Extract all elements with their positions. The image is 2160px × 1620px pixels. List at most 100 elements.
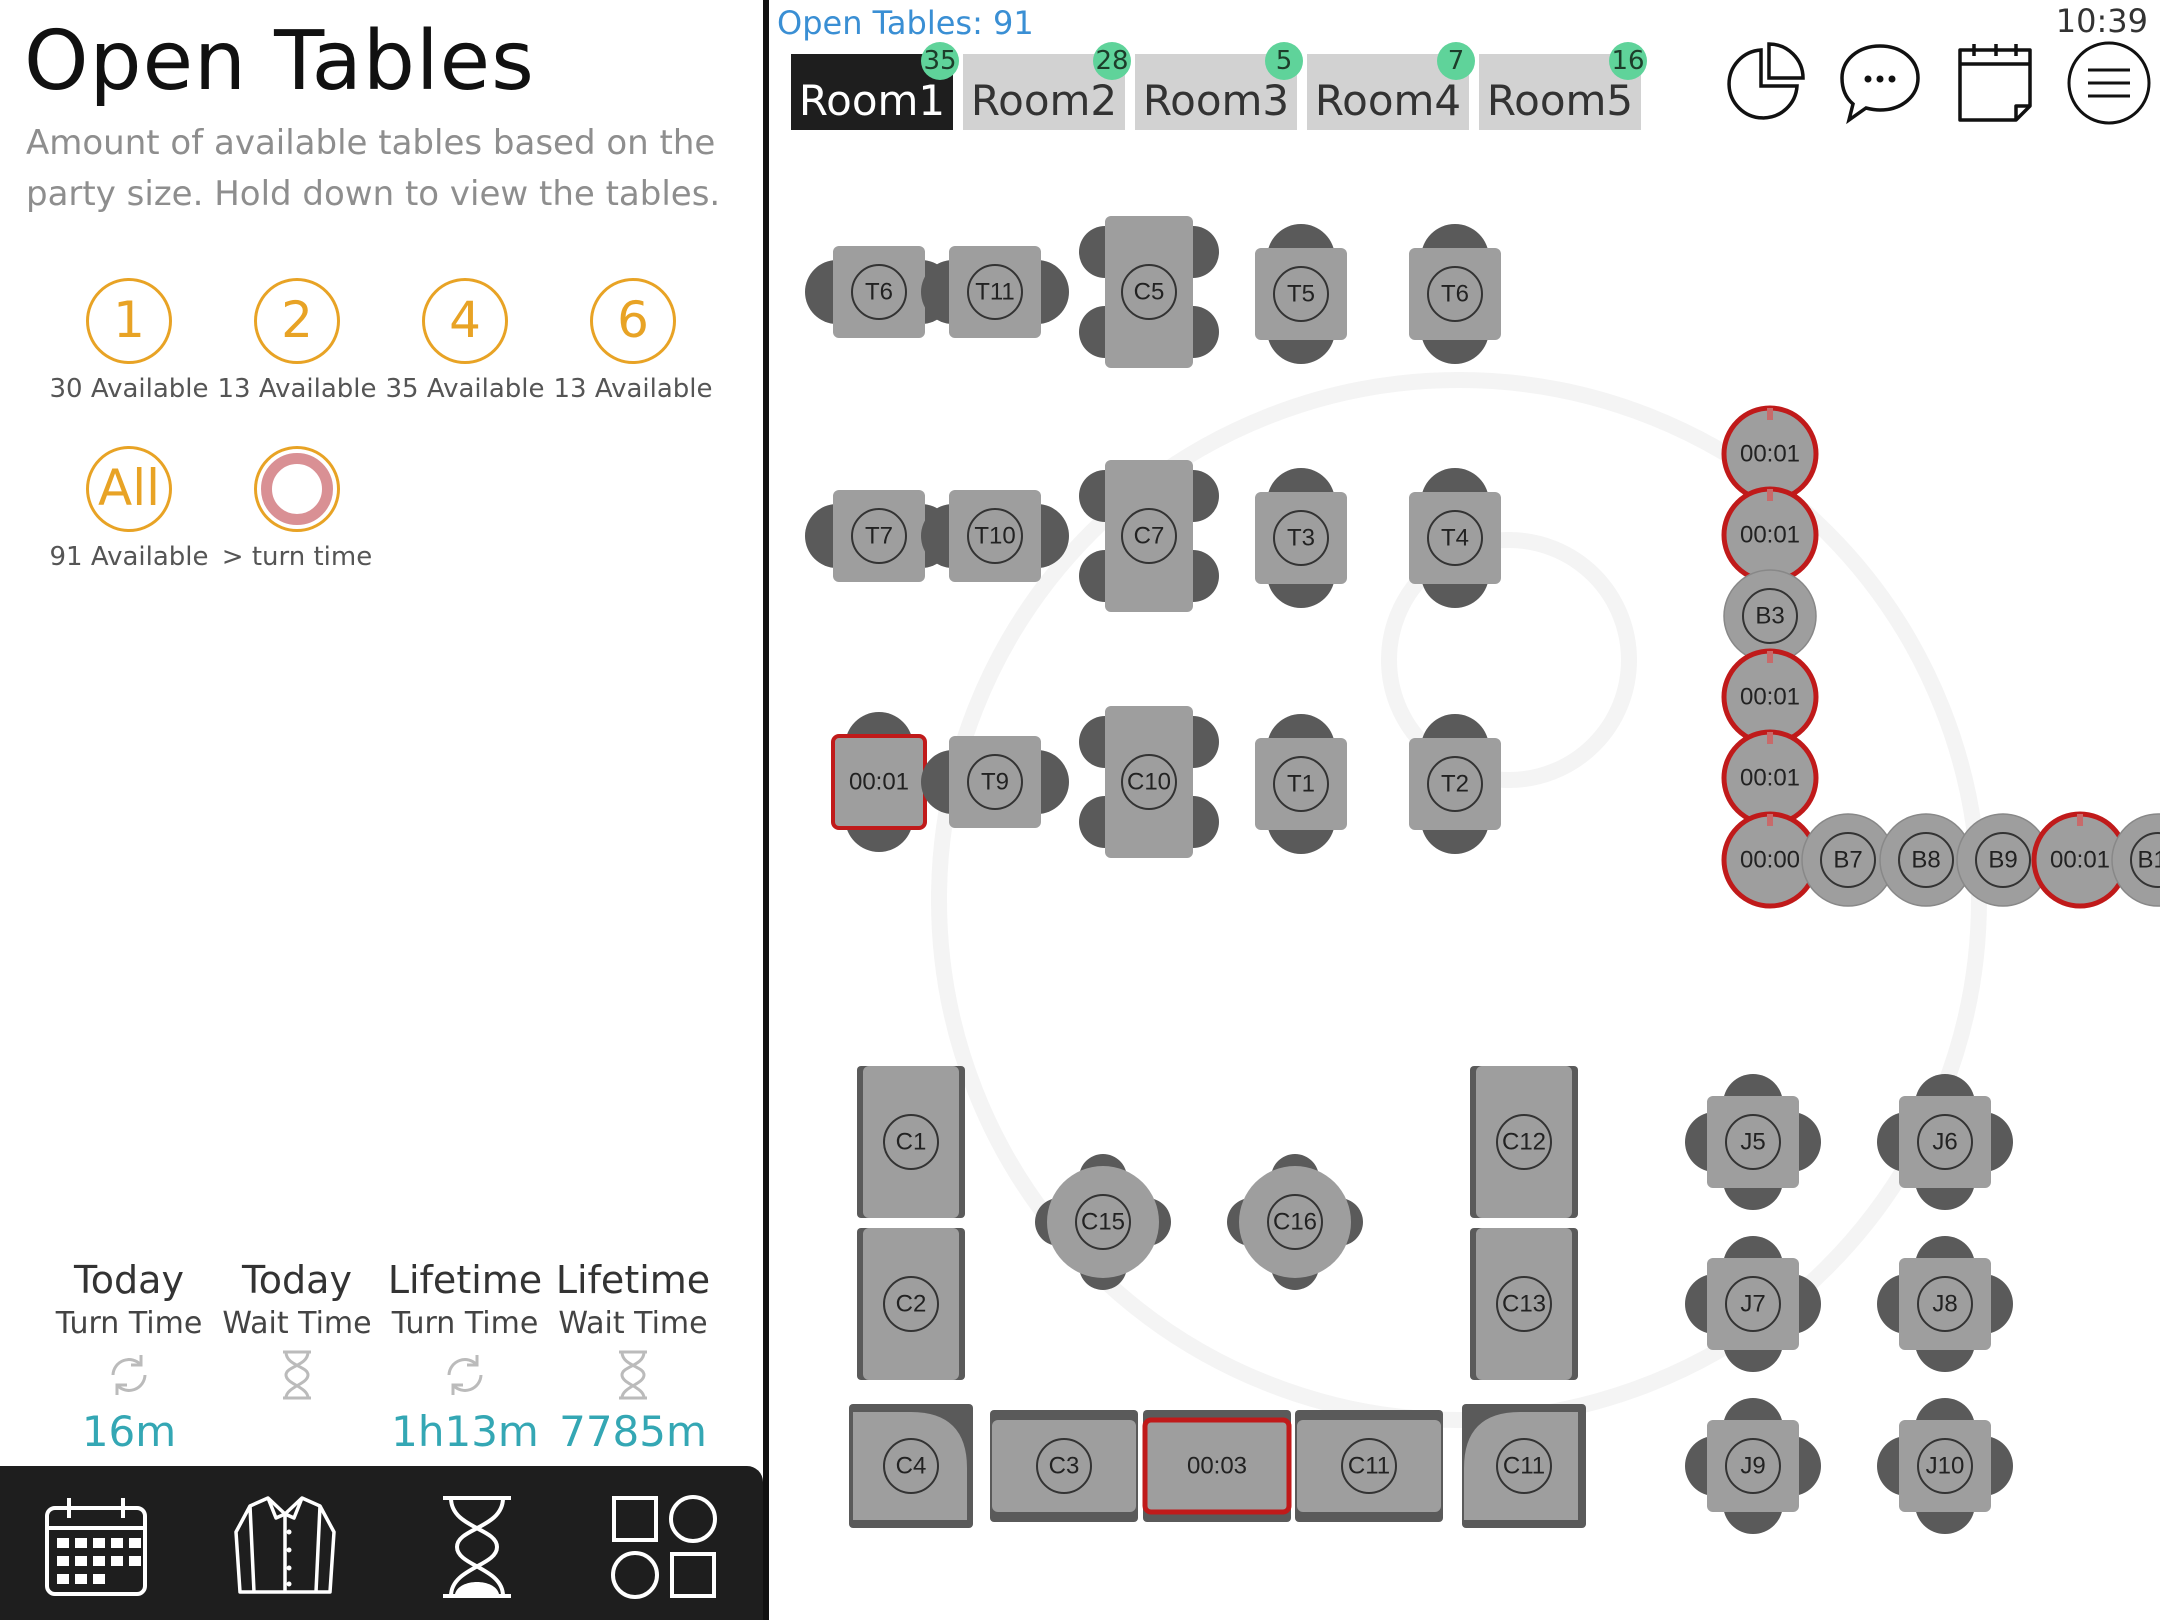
table-label: C10 [1127,769,1171,796]
table-label: 00:01 [1740,765,1800,792]
table-c1[interactable]: C1 [857,1066,965,1218]
party-size-all-circle: All [86,446,172,532]
stat-value: 16m [81,1407,177,1456]
table-t11[interactable]: T11 [921,246,1069,338]
panel-subtitle: Amount of available tables based on the … [26,123,721,214]
table-label: J7 [1740,1291,1765,1318]
table-c4[interactable]: C4 [849,1404,973,1528]
table-label: T11 [975,279,1015,306]
stat-line2: Turn Time [391,1306,539,1341]
table-c3[interactable]: C3 [990,1410,1138,1522]
floor-plan: T6 T11 C5 T5 T6 T7 T10 C7 T3 T4 00:01 T9 C10 T1 T2 00:0… [805,216,2160,1534]
table-label: C13 [1502,1291,1546,1318]
table-c16[interactable]: C16 [1227,1154,1363,1290]
table-label: J10 [1926,1453,1965,1480]
table-label: C12 [1502,1129,1546,1156]
panel-title: Open Tables [24,14,535,109]
table-label: C4 [896,1453,927,1480]
table-label: T9 [981,769,1009,796]
today-wait-time-stat: Today Wait Time [213,1258,381,1407]
table-label: T5 [1287,281,1315,308]
floor-plan-panel: Open Tables: 91 10:39 Room1 35 Room2 28 … [769,0,2160,1620]
table-t2[interactable]: T2 [1409,714,1501,854]
table-c7[interactable]: C7 [1079,460,1219,612]
calendar-icon[interactable] [41,1492,151,1602]
table-t8[interactable]: 00:01 [831,712,927,852]
party-size-1-button[interactable]: 1 30 Available [44,278,214,404]
table-j10[interactable]: J10 [1877,1398,2013,1534]
table-label: 00:03 [1187,1453,1247,1480]
party-size-1-available: 30 Available [49,374,209,404]
stat-line1: Today [74,1258,184,1302]
stat-line1: Lifetime [387,1258,543,1302]
table-b4[interactable]: 00:01 [1721,648,1819,746]
hourglass-icon[interactable] [422,1492,532,1602]
table-j5[interactable]: J5 [1685,1074,1821,1210]
lifetime-wait-time-stat: Lifetime Wait Time 7785m [549,1258,717,1456]
table-c5[interactable]: C5 [1079,216,1219,368]
party-size-4-available: 35 Available [385,374,545,404]
table-b11[interactable]: B11 [2111,813,2160,907]
table-label: T2 [1441,771,1469,798]
table-label: J5 [1740,1129,1765,1156]
lifetime-turn-time-stat: Lifetime Turn Time 1h13m [381,1258,549,1456]
table-t6b[interactable]: T6 [1409,224,1501,364]
stat-line2: Wait Time [222,1306,372,1341]
party-size-6-button[interactable]: 6 13 Available [548,278,718,404]
table-label: C16 [1273,1209,1317,1236]
table-t5[interactable]: T5 [1255,224,1347,364]
party-size-6-available: 13 Available [553,374,713,404]
table-b2[interactable]: 00:01 [1721,486,1819,584]
table-t9[interactable]: T9 [921,736,1069,828]
table-label: 00:01 [1740,441,1800,468]
table-t10[interactable]: T10 [921,490,1069,582]
party-size-all-available: 91 Available [49,542,209,572]
refresh-icon [45,1347,213,1403]
party-size-2-button[interactable]: 2 13 Available [212,278,382,404]
table-label: C11 [1348,1453,1390,1480]
table-label: C15 [1081,1209,1125,1236]
table-label: B8 [1911,847,1940,874]
table-j6[interactable]: J6 [1877,1074,2013,1210]
staff-shirt-icon[interactable] [230,1492,340,1602]
table-j7[interactable]: J7 [1685,1236,1821,1372]
table-label: 00:01 [849,769,909,796]
table-c13[interactable]: C13 [1470,1228,1578,1380]
table-c11a[interactable]: C11 [1295,1410,1443,1522]
stat-line1: Today [242,1258,352,1302]
table-c10[interactable]: C10 [1079,706,1219,858]
refresh-icon [381,1347,549,1403]
table-c15[interactable]: C15 [1035,1154,1171,1290]
today-turn-time-stat: Today Turn Time 16m [45,1258,213,1456]
table-b5[interactable]: 00:01 [1721,729,1819,827]
table-b3[interactable]: B3 [1723,569,1817,663]
table-label: 00:01 [1740,522,1800,549]
table-j9[interactable]: J9 [1685,1398,1821,1534]
table-label: C1 [896,1129,927,1156]
party-size-1-circle: 1 [86,278,172,364]
shapes-icon[interactable] [610,1492,720,1602]
table-t1[interactable]: T1 [1255,714,1347,854]
table-t4[interactable]: T4 [1409,468,1501,608]
hourglass-icon [549,1347,717,1403]
table-label: J9 [1740,1453,1765,1480]
table-label: J8 [1932,1291,1957,1318]
party-size-all-button[interactable]: All 91 Available [44,446,214,572]
turn-time-filter-button[interactable]: > turn time [212,446,382,572]
table-t3[interactable]: T3 [1255,468,1347,608]
table-label: C7 [1134,523,1165,550]
party-size-4-button[interactable]: 4 35 Available [380,278,550,404]
table-label: C2 [896,1291,927,1318]
table-j8[interactable]: J8 [1877,1236,2013,1372]
stat-line2: Wait Time [558,1306,708,1341]
table-b1[interactable]: 00:01 [1721,405,1819,503]
party-size-2-available: 13 Available [217,374,377,404]
stat-line1: Lifetime [555,1258,711,1302]
open-tables-panel: Open Tables Amount of available tables b… [0,0,763,1620]
bottom-nav-bar [0,1466,763,1620]
table-c2[interactable]: C2 [857,1228,965,1380]
table-label: T6 [1441,281,1469,308]
table-c11b[interactable]: C11 [1462,1404,1586,1528]
table-c9[interactable]: 00:03 [1142,1410,1292,1522]
table-c12[interactable]: C12 [1470,1066,1578,1218]
